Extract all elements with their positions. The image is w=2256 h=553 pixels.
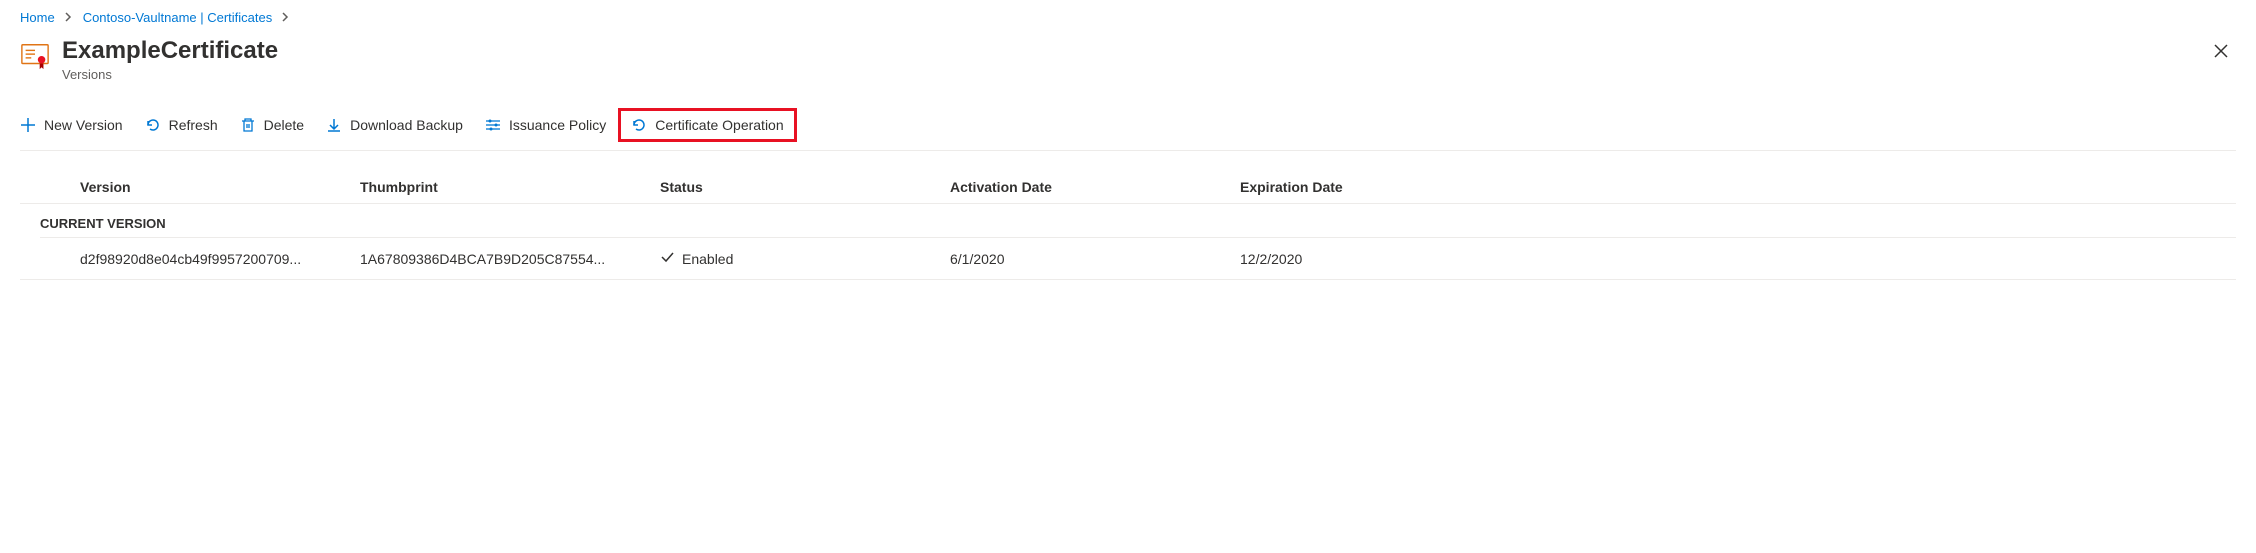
breadcrumb-home[interactable]: Home <box>20 10 55 25</box>
download-backup-button[interactable]: Download Backup <box>326 117 463 133</box>
cell-activation-date: 6/1/2020 <box>950 251 1240 267</box>
download-icon <box>326 117 342 133</box>
cell-expiration-date: 12/2/2020 <box>1240 251 2236 267</box>
cell-version: d2f98920d8e04cb49f9957200709... <box>80 251 360 267</box>
plus-icon <box>20 117 36 133</box>
toolbar: New Version Refresh Delete Download Back… <box>20 100 2236 151</box>
page-subtitle: Versions <box>62 67 278 82</box>
toolbar-label: Certificate Operation <box>655 117 783 133</box>
toolbar-label: New Version <box>44 117 123 133</box>
delete-button[interactable]: Delete <box>240 117 304 133</box>
table-row[interactable]: d2f98920d8e04cb49f9957200709... 1A678093… <box>20 238 2236 280</box>
toolbar-label: Issuance Policy <box>509 117 606 133</box>
versions-table: Version Thumbprint Status Activation Dat… <box>20 171 2236 280</box>
breadcrumb: Home Contoso-Vaultname | Certificates <box>20 0 2236 25</box>
toolbar-label: Delete <box>264 117 304 133</box>
chevron-right-icon <box>282 10 290 25</box>
column-header-thumbprint[interactable]: Thumbprint <box>360 179 660 195</box>
refresh-icon <box>145 117 161 133</box>
column-header-status[interactable]: Status <box>660 179 950 195</box>
cell-status: Enabled <box>660 250 950 267</box>
status-text: Enabled <box>682 251 733 267</box>
new-version-button[interactable]: New Version <box>20 117 123 133</box>
column-header-activation[interactable]: Activation Date <box>950 179 1240 195</box>
cell-thumbprint: 1A67809386D4BCA7B9D205C87554... <box>360 251 660 267</box>
breadcrumb-vault[interactable]: Contoso-Vaultname | Certificates <box>83 10 273 25</box>
chevron-right-icon <box>65 10 73 25</box>
check-icon <box>660 250 674 267</box>
section-current-version: CURRENT VERSION <box>40 204 2236 238</box>
trash-icon <box>240 117 256 133</box>
certificate-icon <box>20 37 50 74</box>
refresh-icon <box>631 117 647 133</box>
toolbar-label: Download Backup <box>350 117 463 133</box>
issuance-policy-button[interactable]: Issuance Policy <box>485 117 606 133</box>
close-button[interactable] <box>2206 37 2236 68</box>
column-header-version[interactable]: Version <box>80 179 360 195</box>
page-title: ExampleCertificate <box>62 37 278 65</box>
column-header-expiration[interactable]: Expiration Date <box>1240 179 2236 195</box>
refresh-button[interactable]: Refresh <box>145 117 218 133</box>
toolbar-label: Refresh <box>169 117 218 133</box>
certificate-operation-button[interactable]: Certificate Operation <box>618 108 796 142</box>
settings-icon <box>485 117 501 133</box>
